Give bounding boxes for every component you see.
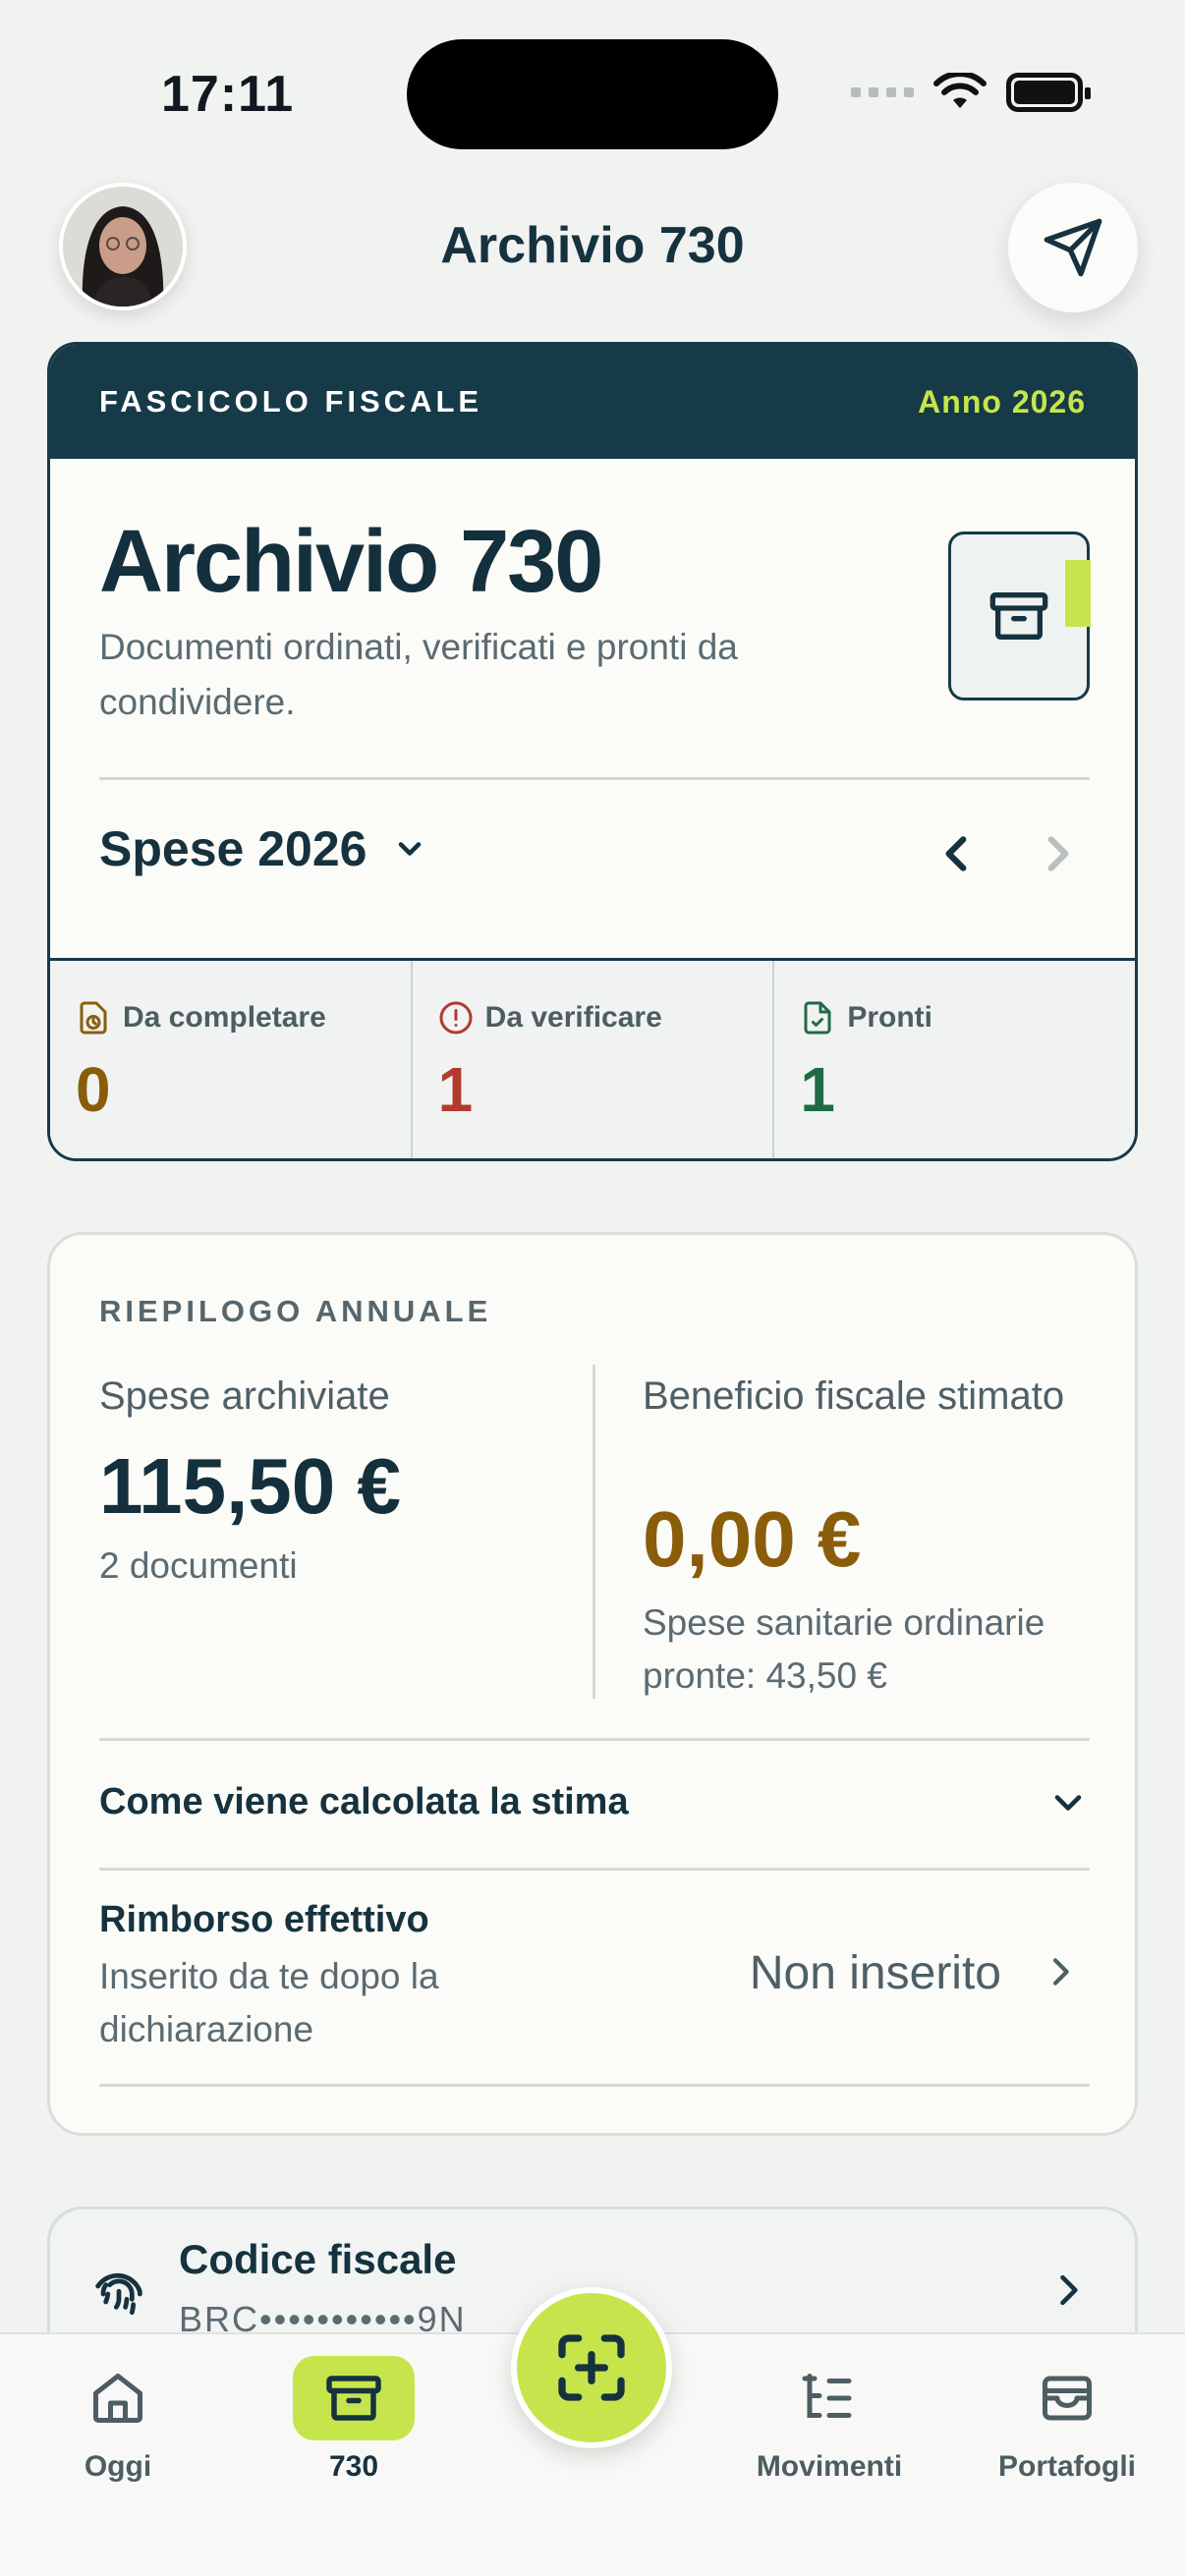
status-stats: Da completare 0 Da verificare 1 Pronti 1	[50, 958, 1135, 1158]
stat-da-completare[interactable]: Da completare 0	[50, 961, 413, 1158]
archive-icon	[989, 592, 1048, 640]
fascicolo-header: FASCICOLO FISCALE Anno 2026	[50, 345, 1135, 459]
period-selector[interactable]: Spese 2026	[99, 820, 427, 877]
codice-fiscale-title: Codice fiscale	[179, 2236, 457, 2282]
scan-add-button[interactable]	[511, 2287, 672, 2448]
calc-title: Come viene calcolata la stima	[99, 1781, 629, 1822]
stat-pronti[interactable]: Pronti 1	[774, 961, 1135, 1158]
stat-value: 1	[437, 1054, 474, 1125]
fascicolo-label: FASCICOLO FISCALE	[99, 384, 483, 419]
clock-document-icon	[80, 1001, 107, 1035]
benefit-value: 0,00 €	[643, 1495, 862, 1583]
fascicolo-title: Archivio 730	[99, 513, 603, 611]
divider	[99, 2084, 1090, 2087]
benefit-sub: Spese sanitarie ordinarie pronte: 43,50 …	[643, 1602, 1045, 1696]
archived-value: 115,50 €	[99, 1442, 401, 1530]
chevron-right-icon	[1060, 2274, 1078, 2306]
stat-label: Da verificare	[484, 1001, 662, 1034]
tab-oggi[interactable]: Oggi	[29, 2356, 206, 2484]
tab-label: 730	[328, 2450, 379, 2483]
chevron-left-icon	[945, 836, 967, 871]
annual-summary-card: RIEPILOGO ANNUALE Spese archiviate 115,5…	[47, 1232, 1138, 2136]
refund-title: Rimborso effettivo	[99, 1899, 429, 1940]
chevron-down-icon	[1054, 1795, 1082, 1811]
home-icon	[93, 2374, 142, 2423]
status-time: 17:11	[161, 66, 295, 123]
wifi-icon	[933, 73, 987, 108]
tab-portafogli[interactable]: Portafogli	[979, 2356, 1156, 2484]
chevron-down-icon	[399, 842, 422, 856]
dynamic-island	[407, 39, 778, 149]
alert-circle-icon	[439, 1001, 473, 1035]
archived-sub: 2 documenti	[99, 1545, 298, 1586]
stat-value: 0	[76, 1054, 111, 1125]
fascicolo-subtitle: Documenti ordinati, verificati e pronti …	[99, 627, 738, 722]
calc-explainer-row[interactable]: Come viene calcolata la stima	[99, 1738, 1090, 1868]
share-button[interactable]	[1008, 183, 1138, 312]
tab-label: Portafogli	[998, 2450, 1136, 2483]
wallet-icon	[1043, 2376, 1092, 2421]
signal-icon	[851, 87, 914, 97]
fascicolo-card: FASCICOLO FISCALE Anno 2026 Archivio 730…	[47, 342, 1138, 1161]
next-period-button[interactable]	[1023, 814, 1092, 893]
check-document-icon	[804, 1001, 831, 1035]
tab-730[interactable]: 730	[265, 2356, 442, 2484]
tab-label: Movimenti	[756, 2450, 903, 2483]
refund-sub: Inserito da te dopo la dichiarazione	[99, 1956, 439, 2049]
chevron-right-icon	[1052, 1958, 1069, 1986]
fingerprint-icon	[95, 2272, 142, 2316]
stat-label: Pronti	[847, 1001, 933, 1034]
archive-icon	[326, 2376, 381, 2421]
summary-label: RIEPILOGO ANNUALE	[99, 1294, 492, 1328]
stat-value: 1	[800, 1054, 835, 1125]
scan-add-icon	[558, 2334, 625, 2401]
archive-accent	[1065, 560, 1091, 627]
archive-badge	[948, 532, 1091, 700]
archived-title: Spese archiviate	[99, 1374, 390, 1418]
divider	[99, 777, 1090, 780]
stat-label: Da completare	[123, 1001, 326, 1034]
chevron-right-icon	[1047, 836, 1069, 871]
tab-label: Oggi	[84, 2450, 152, 2483]
stat-da-verificare[interactable]: Da verificare 1	[413, 961, 775, 1158]
list-tree-icon	[802, 2374, 852, 2418]
summary-divider	[592, 1365, 595, 1699]
battery-icon	[1006, 73, 1091, 112]
period-selector-label: Spese 2026	[99, 821, 367, 876]
benefit-title: Beneficio fiscale stimato	[643, 1374, 1065, 1418]
tab-movimenti[interactable]: Movimenti	[741, 2356, 918, 2484]
status-icons	[851, 73, 1091, 112]
refund-value: Non inserito	[749, 1947, 1001, 1999]
send-icon	[1044, 218, 1102, 277]
previous-period-button[interactable]	[923, 814, 991, 893]
refund-row[interactable]: Rimborso effettivo Inserito da te dopo l…	[99, 1870, 1090, 2084]
fascicolo-year: Anno 2026	[918, 383, 1086, 420]
